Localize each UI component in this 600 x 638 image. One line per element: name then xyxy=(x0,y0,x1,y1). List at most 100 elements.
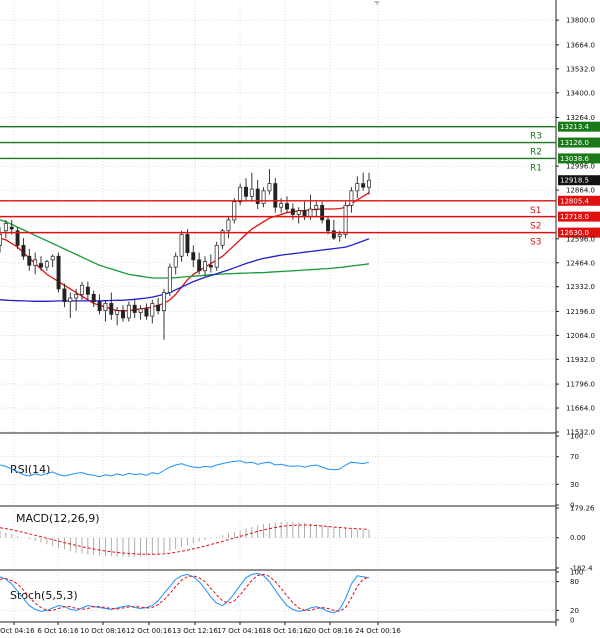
candle-body-21 xyxy=(121,310,125,319)
candle-body-6 xyxy=(33,259,38,266)
price-tick-label-6: 12864.0 xyxy=(566,187,595,195)
price-tick-label-12: 11932.0 xyxy=(566,356,595,364)
candle-body-41 xyxy=(238,186,243,203)
candle-body-30 xyxy=(173,255,178,268)
candle-body-11 xyxy=(62,288,67,302)
time-tick-label-8: 24 Oct 00:16 xyxy=(355,627,401,635)
candle-body-52 xyxy=(302,210,307,217)
candle-body-48 xyxy=(279,203,284,208)
level-name-S1: S1 xyxy=(530,206,541,216)
moving-average-line-1 xyxy=(0,219,370,279)
candle-body-54 xyxy=(314,205,319,210)
stoch-tick-label-1: 80 xyxy=(570,578,579,586)
candle-body-28 xyxy=(162,292,166,312)
candle-body-0 xyxy=(0,234,2,246)
candle-body-27 xyxy=(156,304,161,312)
level-name-R2: R2 xyxy=(530,148,542,158)
level-name-S3: S3 xyxy=(530,238,541,248)
candle-body-9 xyxy=(50,255,55,261)
price-panel: R313213.4R213126.0R113038.6S112805.4S212… xyxy=(0,17,600,437)
time-tick-label-2: 10 Oct 08:16 xyxy=(80,627,126,635)
candle-body-61 xyxy=(355,183,360,192)
moving-averages xyxy=(0,192,370,312)
current-price-text: 12918.5 xyxy=(560,177,589,185)
rsi-tick-label-1: 70 xyxy=(570,453,579,461)
price-tick-label-10: 12196.0 xyxy=(566,308,595,316)
candle-body-13 xyxy=(74,294,79,299)
rsi-tick-label-0: 100 xyxy=(570,433,583,441)
scroll-marker xyxy=(374,1,380,5)
level-name-R1: R1 xyxy=(530,163,542,173)
candle-body-42 xyxy=(244,186,248,197)
current-price-marker: 12918.5 xyxy=(558,175,600,186)
chart-canvas: R313213.4R213126.0R113038.6S112805.4S212… xyxy=(0,0,600,635)
candle-body-34 xyxy=(197,259,202,272)
level-badge-text-S2: 12718.0 xyxy=(560,213,589,221)
candle-body-17 xyxy=(97,301,102,312)
time-tick-label-1: 6 Oct 16:16 xyxy=(37,627,79,635)
candle-body-47 xyxy=(273,183,278,208)
grid-lines xyxy=(0,2,556,620)
time-tick-label-5: 17 Oct 04:16 xyxy=(217,627,263,635)
panel-separators xyxy=(0,0,557,626)
candle-body-45 xyxy=(261,190,266,204)
candle-body-35 xyxy=(203,261,207,272)
price-tick-label-0: 13800.0 xyxy=(566,17,595,25)
price-tick-label-5: 12996.0 xyxy=(566,163,595,171)
macd-signal-line xyxy=(0,524,370,555)
time-tick-label-3: 12 Oct 00:16 xyxy=(126,627,172,635)
level-name-R3: R3 xyxy=(530,132,542,142)
price-tick-label-4: 13264.0 xyxy=(566,114,595,122)
candle-body-15 xyxy=(85,286,90,295)
rsi-panel: RSI(14) 10070300 xyxy=(0,433,583,510)
price-tick-label-9: 12332.0 xyxy=(566,283,595,291)
candle-body-46 xyxy=(267,183,272,192)
candle-body-1 xyxy=(3,223,8,232)
price-tick-label-11: 12064.0 xyxy=(566,332,595,340)
candle-body-24 xyxy=(138,308,143,313)
candle-body-8 xyxy=(44,261,49,268)
time-tick-label-7: 20 Oct 08:16 xyxy=(307,627,353,635)
candle-body-4 xyxy=(21,244,26,257)
stoch-panel: Stoch(5,5,3) 10080 20 0 xyxy=(0,569,583,625)
candle-body-5 xyxy=(27,255,32,266)
candlesticks xyxy=(0,169,371,340)
candle-body-26 xyxy=(150,303,155,317)
candle-body-43 xyxy=(249,188,254,197)
time-axis: 5 Oct 04:166 Oct 16:1610 Oct 08:1612 Oct… xyxy=(0,622,401,635)
price-tick-label-7: 12596.0 xyxy=(566,235,595,243)
level-badge-text-S1: 12805.4 xyxy=(560,197,589,205)
macd-panel: MACD(12,26,9) 179.260.00-182.4 xyxy=(0,505,595,573)
candle-body-10 xyxy=(56,255,61,290)
candle-body-59 xyxy=(343,205,348,235)
price-tick-label-14: 11664.0 xyxy=(566,405,595,413)
candle-body-18 xyxy=(103,303,108,312)
time-tick-label-6: 18 Oct 16:16 xyxy=(262,627,308,635)
candle-body-22 xyxy=(126,304,131,319)
candle-body-63 xyxy=(367,179,371,188)
candle-body-55 xyxy=(320,205,325,221)
candle-body-49 xyxy=(285,203,289,210)
candle-body-36 xyxy=(208,264,213,268)
candle-body-12 xyxy=(68,297,73,302)
candle-body-7 xyxy=(39,263,43,268)
candle-body-23 xyxy=(132,304,137,313)
candle-body-51 xyxy=(296,210,301,215)
candle-body-16 xyxy=(91,294,96,302)
candle-body-31 xyxy=(179,234,184,257)
pivot-levels: R313213.4R213126.0R113038.6S112805.4S212… xyxy=(0,121,600,248)
stoch-tick-label-2: 20 xyxy=(570,607,579,615)
price-tick-label-8: 12464.0 xyxy=(566,259,595,267)
candle-body-62 xyxy=(361,183,366,188)
time-tick-label-4: 13 Oct 12:16 xyxy=(172,627,218,635)
candle-body-37 xyxy=(214,244,219,268)
candle-body-14 xyxy=(80,284,84,295)
candle-body-58 xyxy=(337,234,342,237)
macd-tick-label-1: 0.00 xyxy=(570,534,586,542)
level-name-S2: S2 xyxy=(530,222,541,232)
level-badge-text-R3: 13213.4 xyxy=(560,123,589,131)
candle-body-29 xyxy=(167,266,172,293)
rsi-line-0 xyxy=(0,460,370,478)
candle-body-32 xyxy=(185,234,190,253)
price-tick-label-13: 11796.0 xyxy=(566,381,595,389)
